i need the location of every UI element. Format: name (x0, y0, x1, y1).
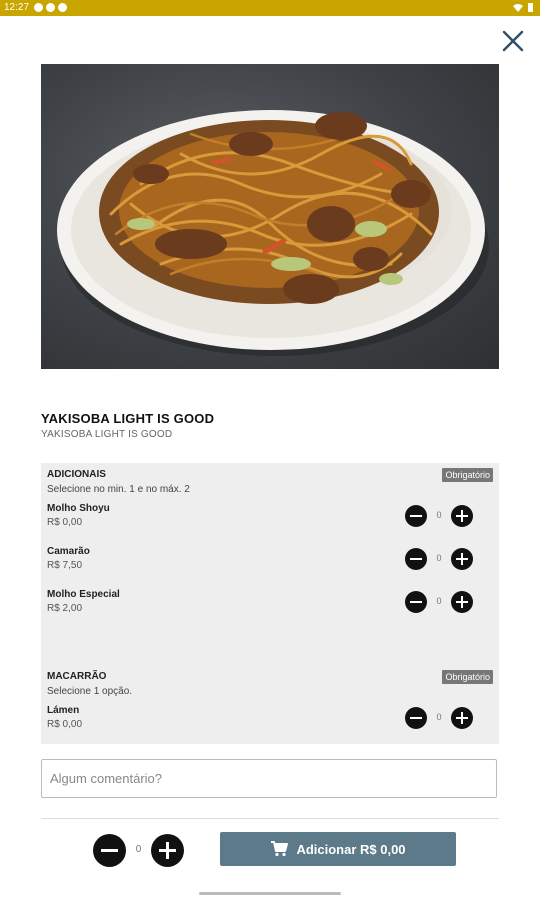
increment-button[interactable] (451, 505, 473, 527)
plus-circle-icon (461, 596, 463, 608)
notification-icons (34, 3, 67, 12)
divider (41, 818, 499, 819)
decrement-button[interactable] (405, 548, 427, 570)
close-button[interactable] (500, 28, 526, 54)
minus-circle-icon (410, 515, 422, 517)
group-hint-adicionais: Selecione no min. 1 e no máx. 2 (47, 484, 190, 495)
add-to-cart-button[interactable]: Adicionar R$ 0,00 (220, 832, 456, 866)
yakisoba-plate-illustration (57, 110, 489, 356)
status-time: 12:27 (4, 2, 30, 13)
quantity-count: 0 (135, 844, 142, 855)
plus-circle-icon (461, 553, 463, 565)
decrement-button[interactable] (405, 707, 427, 729)
option-name: Camarão (47, 546, 90, 557)
decrement-button[interactable] (405, 505, 427, 527)
minus-circle-icon (410, 601, 422, 603)
product-title: YAKISOBA LIGHT IS GOOD (41, 411, 215, 426)
option-count: 0 (436, 510, 442, 520)
option-count: 0 (436, 712, 442, 722)
options-panel: ADICIONAIS Selecione no min. 1 e no máx.… (41, 463, 499, 744)
product-subtitle: YAKISOBA LIGHT IS GOOD (41, 429, 173, 440)
option-price: R$ 0,00 (47, 719, 83, 730)
notification-dot-icon (34, 3, 43, 12)
notification-dot-icon (46, 3, 55, 12)
minus-circle-icon (101, 849, 118, 852)
cart-icon (271, 841, 289, 857)
plus-circle-icon (461, 510, 463, 522)
quantity-increment-button[interactable] (151, 834, 184, 867)
option-stepper: 0 (405, 548, 473, 570)
group-title-macarrao: MACARRÃO (47, 671, 107, 682)
notification-dot-icon (58, 3, 67, 12)
option-count: 0 (436, 553, 442, 563)
minus-circle-icon (410, 717, 422, 719)
option-name: Molho Shoyu (47, 503, 110, 514)
plus-circle-icon (166, 842, 169, 859)
status-bar: 12:27 (0, 0, 540, 16)
option-count: 0 (436, 596, 442, 606)
option-name: Molho Especial (47, 589, 120, 600)
quantity-stepper: 0 (93, 834, 185, 867)
quantity-decrement-button[interactable] (93, 834, 126, 867)
product-image (41, 64, 499, 369)
required-badge: Obrigatório (442, 468, 493, 482)
option-price: R$ 7,50 (47, 560, 83, 571)
option-price: R$ 0,00 (47, 517, 83, 528)
group-hint-macarrao: Selecione 1 opção. (47, 686, 133, 697)
required-badge: Obrigatório (442, 670, 493, 684)
group-title-adicionais: ADICIONAIS (47, 469, 106, 480)
gesture-nav-handle[interactable] (199, 892, 341, 895)
option-stepper: 0 (405, 591, 473, 613)
increment-button[interactable] (451, 707, 473, 729)
option-stepper: 0 (405, 707, 473, 729)
comment-input[interactable] (41, 759, 497, 798)
minus-circle-icon (410, 558, 422, 560)
system-icons (513, 2, 534, 12)
option-price: R$ 2,00 (47, 603, 83, 614)
plus-circle-icon (461, 712, 463, 724)
wifi-icon (513, 4, 523, 12)
close-icon (502, 30, 524, 52)
option-name: Lámen (47, 705, 80, 716)
add-button-label: Adicionar R$ 0,00 (296, 841, 406, 857)
decrement-button[interactable] (405, 591, 427, 613)
option-stepper: 0 (405, 505, 473, 527)
increment-button[interactable] (451, 548, 473, 570)
battery-icon (528, 3, 533, 12)
increment-button[interactable] (451, 591, 473, 613)
